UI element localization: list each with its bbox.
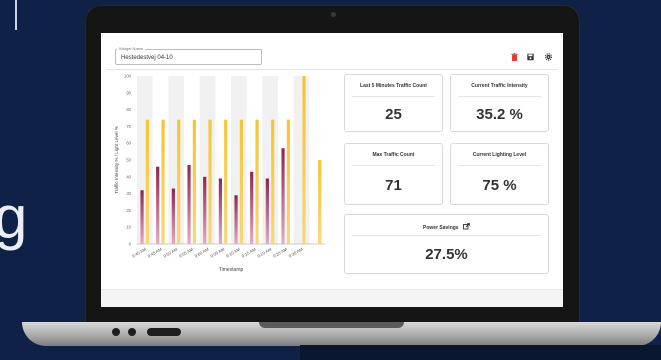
traffic-bar bbox=[265, 178, 269, 244]
light-bar bbox=[255, 119, 259, 244]
x-axis-title: Timestamp bbox=[219, 267, 244, 273]
column-band bbox=[137, 76, 153, 244]
light-bar bbox=[224, 119, 228, 244]
y-tick-label: 80 bbox=[126, 107, 131, 112]
lighting-value: 75 % bbox=[482, 177, 517, 194]
y-tick-label: 10 bbox=[126, 225, 131, 230]
power-card: Power Savings 27.5% bbox=[344, 214, 549, 274]
traffic-light-chart: 0 10 20 30 40 50 60 70 80 90 100 9:40 AM 9:45 AM 9:50… bbox=[114, 74, 325, 273]
light-bar bbox=[145, 119, 149, 244]
y-tick-label: 30 bbox=[126, 191, 131, 196]
dashboard-screen: Widget Name Hestedestvej 04-10 0 10 20 30 40… bbox=[101, 33, 563, 307]
port-icon bbox=[147, 328, 181, 336]
x-tick-label: 9:25 AM bbox=[272, 246, 288, 258]
max-title: Max Traffic Count bbox=[372, 152, 415, 158]
laptop-hinge bbox=[259, 322, 404, 328]
power-value: 27.5% bbox=[425, 246, 468, 263]
y-tick-label: 50 bbox=[126, 158, 131, 163]
power-title-row: Power Savings bbox=[345, 223, 548, 231]
last5-title: Last 5 Minutes Traffic Count bbox=[360, 83, 427, 89]
light-bar bbox=[239, 119, 243, 244]
y-axis-title: Traffic Intensity % / Light Level % bbox=[114, 126, 119, 194]
port-icon bbox=[128, 328, 136, 336]
port-icon bbox=[112, 328, 120, 336]
light-bar bbox=[271, 119, 275, 244]
y-tick-label: 100 bbox=[124, 74, 132, 79]
light-bar bbox=[208, 119, 212, 244]
y-tick-label: 70 bbox=[126, 124, 131, 129]
light-bar bbox=[302, 76, 306, 244]
light-bar bbox=[286, 119, 290, 244]
floppy-icon[interactable] bbox=[527, 53, 534, 61]
last5-card: Last 5 Minutes Traffic Count 25 bbox=[344, 74, 443, 132]
lighting-card: Current Lighting Level 75 % bbox=[450, 143, 549, 205]
light-bar bbox=[318, 160, 322, 244]
camera-icon bbox=[331, 12, 336, 17]
header-divider bbox=[107, 69, 557, 70]
last5-value: 25 bbox=[385, 106, 402, 123]
lighting-title: Current Lighting Level bbox=[472, 152, 527, 158]
traffic-bar bbox=[156, 166, 160, 244]
column-band bbox=[199, 76, 216, 244]
screen-footer bbox=[101, 289, 563, 307]
traffic-bar bbox=[234, 195, 238, 244]
lighting-rule bbox=[458, 165, 541, 166]
column-band bbox=[231, 76, 247, 244]
y-tick-label: 90 bbox=[126, 90, 131, 95]
trash-icon[interactable] bbox=[511, 53, 518, 61]
widget-name-value: Hestedestvej 04-10 bbox=[121, 55, 173, 61]
traffic-bar bbox=[218, 178, 222, 244]
max-rule bbox=[352, 165, 435, 166]
traffic-bar bbox=[281, 148, 285, 244]
column-band bbox=[168, 76, 184, 244]
traffic-bar bbox=[140, 190, 144, 244]
power-title: Power Savings bbox=[423, 225, 459, 231]
x-tick-label: 9:05 AM bbox=[209, 246, 225, 258]
last5-rule bbox=[352, 96, 435, 97]
column-band bbox=[293, 76, 310, 244]
x-tick-label: 9:15 AM bbox=[241, 246, 257, 258]
laptop-shadow bbox=[300, 345, 661, 360]
traffic-bar bbox=[203, 176, 207, 244]
y-tick-label: 40 bbox=[126, 174, 131, 179]
light-bar bbox=[177, 119, 181, 244]
traffic-bar bbox=[171, 188, 175, 244]
background-line bbox=[15, 0, 17, 30]
x-tick-label: 9:30 AM bbox=[288, 246, 304, 258]
light-bar bbox=[161, 119, 165, 244]
external-link-icon[interactable] bbox=[463, 223, 470, 230]
max-value: 71 bbox=[385, 177, 402, 194]
background-letter: g bbox=[0, 184, 28, 251]
x-tick-label: 9:20 AM bbox=[256, 246, 272, 258]
y-tick-label: 0 bbox=[129, 242, 132, 247]
column-band bbox=[262, 76, 278, 244]
x-tick-label: 9:55 AM bbox=[178, 246, 194, 258]
intensity-title: Current Traffic Intensity bbox=[471, 83, 528, 89]
x-tick-label: 9:45 AM bbox=[147, 246, 163, 258]
x-tick-label: 9:50 AM bbox=[162, 246, 178, 258]
x-tick-label: 9:60 AM bbox=[194, 246, 210, 258]
max-card: Max Traffic Count 71 bbox=[344, 143, 443, 205]
light-bar bbox=[192, 119, 196, 244]
gear-icon[interactable] bbox=[545, 53, 552, 61]
x-tick-label: 9:40 AM bbox=[131, 246, 147, 258]
intensity-value: 35.2 % bbox=[476, 106, 523, 123]
traffic-bar bbox=[250, 171, 254, 244]
intensity-card: Current Traffic Intensity 35.2 % bbox=[450, 74, 549, 132]
x-tick-label: 9:10 AM bbox=[225, 246, 241, 258]
y-tick-label: 20 bbox=[126, 208, 131, 213]
power-rule bbox=[352, 235, 541, 236]
widget-name-label: Widget Name bbox=[117, 46, 146, 51]
intensity-rule bbox=[458, 96, 541, 97]
traffic-bar bbox=[187, 165, 191, 244]
y-tick-label: 60 bbox=[126, 141, 131, 146]
